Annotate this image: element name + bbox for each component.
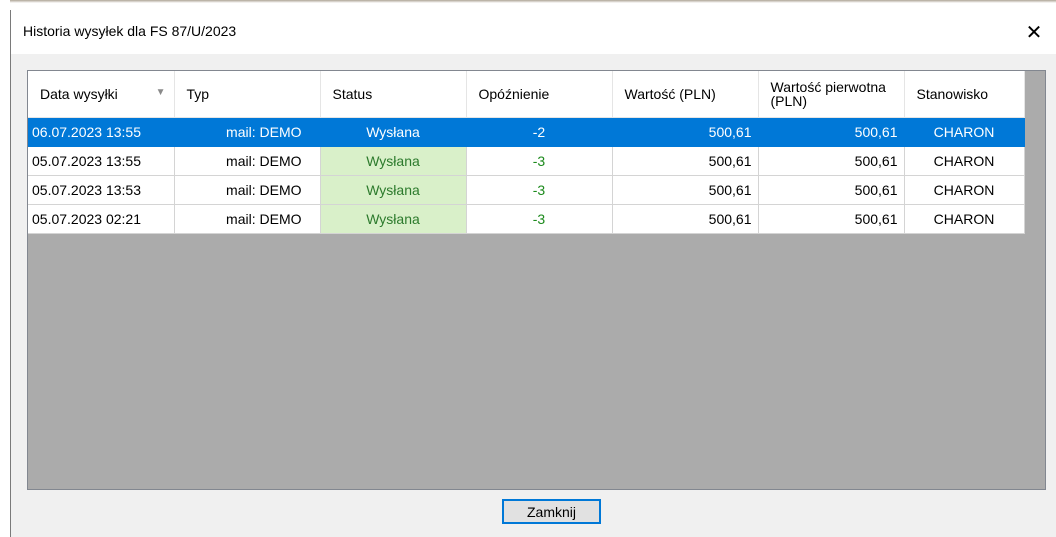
column-header-label: Status — [332, 86, 373, 102]
table-row[interactable]: 05.07.2023 13:53 mail: DEMO Wysłana -3 5… — [28, 175, 1025, 205]
column-header-label: Typ — [186, 86, 210, 102]
cell-original-value[interactable]: 500,61 — [758, 117, 905, 147]
column-header-label: Opóźnienie — [478, 86, 550, 102]
cell-station[interactable]: CHARON — [904, 117, 1025, 147]
cell-station[interactable]: CHARON — [904, 204, 1025, 234]
cell-typ[interactable]: mail: DEMO — [174, 175, 321, 205]
cell-value[interactable]: 500,61 — [612, 204, 759, 234]
cell-date[interactable]: 05.07.2023 13:53 — [28, 175, 175, 205]
column-header-label: Wartość pierwotna (PLN) — [770, 79, 886, 109]
column-header-date[interactable]: Data wysyłki ▼ — [28, 71, 175, 118]
column-header-original-value[interactable]: Wartość pierwotna (PLN) — [758, 71, 905, 118]
table-row[interactable]: 05.07.2023 02:21 mail: DEMO Wysłana -3 5… — [28, 204, 1025, 234]
column-header-status[interactable]: Status — [320, 71, 467, 118]
column-header-typ[interactable]: Typ — [174, 71, 321, 118]
cell-original-value[interactable]: 500,61 — [758, 204, 905, 234]
cell-delay[interactable]: -3 — [466, 204, 613, 234]
history-table: Data wysyłki ▼ Typ Status Opóźnienie War… — [28, 71, 1025, 234]
cell-delay[interactable]: -2 — [466, 117, 613, 147]
cell-status[interactable]: Wysłana — [320, 175, 467, 205]
cell-original-value[interactable]: 500,61 — [758, 175, 905, 205]
column-header-label: Stanowisko — [916, 86, 989, 102]
close-icon[interactable]: ✕ — [1011, 10, 1056, 54]
header-row: Data wysyłki ▼ Typ Status Opóźnienie War… — [28, 71, 1025, 118]
cell-value[interactable]: 500,61 — [612, 175, 759, 205]
dialog-window: Historia wysyłek dla FS 87/U/2023 ✕ Data… — [10, 10, 1056, 537]
cell-date[interactable]: 05.07.2023 02:21 — [28, 204, 175, 234]
cell-value[interactable]: 500,61 — [612, 117, 759, 147]
column-header-delay[interactable]: Opóźnienie — [466, 71, 613, 118]
cell-date[interactable]: 06.07.2023 13:55 — [28, 117, 175, 147]
cell-station[interactable]: CHARON — [904, 175, 1025, 205]
cell-delay[interactable]: -3 — [466, 175, 613, 205]
cell-date[interactable]: 05.07.2023 13:55 — [28, 146, 175, 176]
column-header-label: Wartość (PLN) — [624, 86, 716, 102]
table-row[interactable]: 06.07.2023 13:55 mail: DEMO Wysłana -2 5… — [28, 117, 1025, 147]
window-title: Historia wysyłek dla FS 87/U/2023 — [23, 23, 237, 39]
close-button[interactable]: Zamknij — [502, 499, 601, 524]
cell-status[interactable]: Wysłana — [320, 117, 467, 147]
sort-descending-icon: ▼ — [155, 87, 166, 98]
cell-original-value[interactable]: 500,61 — [758, 146, 905, 176]
cell-value[interactable]: 500,61 — [612, 146, 759, 176]
cell-station[interactable]: CHARON — [904, 146, 1025, 176]
table-row[interactable]: 05.07.2023 13:55 mail: DEMO Wysłana -3 5… — [28, 146, 1025, 176]
cell-status[interactable]: Wysłana — [320, 204, 467, 234]
cell-delay[interactable]: -3 — [466, 146, 613, 176]
cell-typ[interactable]: mail: DEMO — [174, 146, 321, 176]
column-header-value[interactable]: Wartość (PLN) — [612, 71, 759, 118]
history-grid[interactable]: Data wysyłki ▼ Typ Status Opóźnienie War… — [27, 70, 1046, 490]
cell-status[interactable]: Wysłana — [320, 146, 467, 176]
column-header-station[interactable]: Stanowisko — [904, 71, 1025, 118]
window-top-shadow — [10, 0, 1056, 10]
column-header-label: Data wysyłki — [40, 86, 118, 102]
cell-typ[interactable]: mail: DEMO — [174, 117, 321, 147]
cell-typ[interactable]: mail: DEMO — [174, 204, 321, 234]
title-bar: Historia wysyłek dla FS 87/U/2023 ✕ — [11, 10, 1056, 54]
